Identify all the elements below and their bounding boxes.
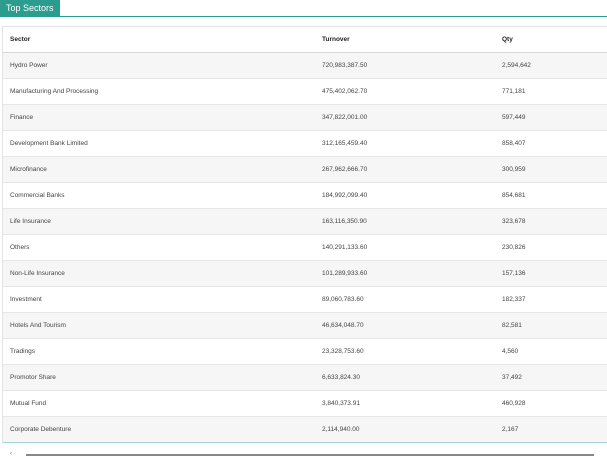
- cell-sector: Development Bank Limited: [3, 130, 315, 157]
- cell-qty: 597,449: [495, 104, 607, 131]
- cell-sector: Hydro Power: [3, 52, 315, 79]
- table-header-row: Sector Turnover Qty: [3, 27, 607, 53]
- table-row: Development Bank Limited 312,165,459.40 …: [3, 130, 607, 157]
- scroll-arrow-icon[interactable]: ‹: [10, 451, 12, 457]
- cell-sector: Others: [3, 234, 315, 261]
- cell-sector: Corporate Debenture: [3, 416, 315, 442]
- cell-qty: 157,136: [495, 260, 607, 287]
- table-row: Hotels And Tourism 46,634,048.70 82,581: [3, 312, 607, 339]
- cell-qty: 323,678: [495, 208, 607, 235]
- table-row: Investment 89,060,783.60 182,337: [3, 286, 607, 313]
- cell-sector: Microfinance: [3, 156, 315, 183]
- cell-turnover: 89,060,783.60: [315, 286, 495, 313]
- cell-qty: 230,826: [495, 234, 607, 261]
- cell-sector: Commercial Banks: [3, 182, 315, 209]
- cell-turnover: 347,822,001.00: [315, 104, 495, 131]
- cell-sector: Investment: [3, 286, 315, 313]
- column-header-turnover[interactable]: Turnover: [315, 27, 495, 53]
- table-row: Manufacturing And Processing 475,402,062…: [3, 78, 607, 105]
- cell-turnover: 267,962,666.70: [315, 156, 495, 183]
- column-header-sector[interactable]: Sector: [3, 27, 315, 53]
- table-row: Microfinance 267,962,666.70 300,959: [3, 156, 607, 183]
- cell-qty: 771,181: [495, 78, 607, 105]
- cell-turnover: 101,289,933.60: [315, 260, 495, 287]
- table-row: Commercial Banks 184,992,099.40 854,681: [3, 182, 607, 209]
- cell-sector: Finance: [3, 104, 315, 131]
- top-sectors-table: Sector Turnover Qty Hydro Power 720,983,…: [2, 26, 607, 443]
- cell-turnover: 184,992,099.40: [315, 182, 495, 209]
- cell-qty: 2,167: [495, 416, 607, 442]
- cell-qty: 460,928: [495, 390, 607, 417]
- table-row: Finance 347,822,001.00 597,449: [3, 104, 607, 131]
- cell-turnover: 6,633,824.30: [315, 364, 495, 391]
- cell-turnover: 720,983,387.50: [315, 52, 495, 79]
- cell-sector: Promotor Share: [3, 364, 315, 391]
- column-header-qty[interactable]: Qty: [495, 27, 607, 53]
- cell-qty: 82,581: [495, 312, 607, 339]
- cell-turnover: 3,840,373.91: [315, 390, 495, 417]
- cell-qty: 37,492: [495, 364, 607, 391]
- cell-qty: 300,959: [495, 156, 607, 183]
- table-row: Hydro Power 720,983,387.50 2,594,642: [3, 52, 607, 79]
- cell-turnover: 2,114,940.00: [315, 416, 495, 442]
- cell-qty: 182,337: [495, 286, 607, 313]
- cell-sector: Mutual Fund: [3, 390, 315, 417]
- cell-turnover: 46,634,048.70: [315, 312, 495, 339]
- table-row: Others 140,291,133.60 230,826: [3, 234, 607, 261]
- table-row: Non-Life Insurance 101,289,933.60 157,13…: [3, 260, 607, 287]
- cell-turnover: 140,291,133.60: [315, 234, 495, 261]
- cell-turnover: 23,328,753.60: [315, 338, 495, 365]
- tab-top-sectors[interactable]: Top Sectors: [0, 0, 60, 16]
- cell-sector: Life Insurance: [3, 208, 315, 235]
- cell-turnover: 475,402,062.70: [315, 78, 495, 105]
- cell-turnover: 163,116,350.90: [315, 208, 495, 235]
- cell-sector: Non-Life Insurance: [3, 260, 315, 287]
- table-row: Tradings 23,328,753.60 4,560: [3, 338, 607, 365]
- panel-header: Top Sectors: [0, 0, 607, 17]
- cell-turnover: 312,165,459.40: [315, 130, 495, 157]
- horizontal-scrollbar[interactable]: [26, 454, 594, 456]
- cell-sector: Hotels And Tourism: [3, 312, 315, 339]
- cell-qty: 854,681: [495, 182, 607, 209]
- cell-qty: 2,594,642: [495, 52, 607, 79]
- cell-qty: 4,560: [495, 338, 607, 365]
- table-row: Corporate Debenture 2,114,940.00 2,167: [3, 416, 607, 442]
- cell-sector: Manufacturing And Processing: [3, 78, 315, 105]
- cell-sector: Tradings: [3, 338, 315, 365]
- cell-qty: 858,407: [495, 130, 607, 157]
- table-row: Mutual Fund 3,840,373.91 460,928: [3, 390, 607, 417]
- table-row: Promotor Share 6,633,824.30 37,492: [3, 364, 607, 391]
- table-row: Life Insurance 163,116,350.90 323,678: [3, 208, 607, 235]
